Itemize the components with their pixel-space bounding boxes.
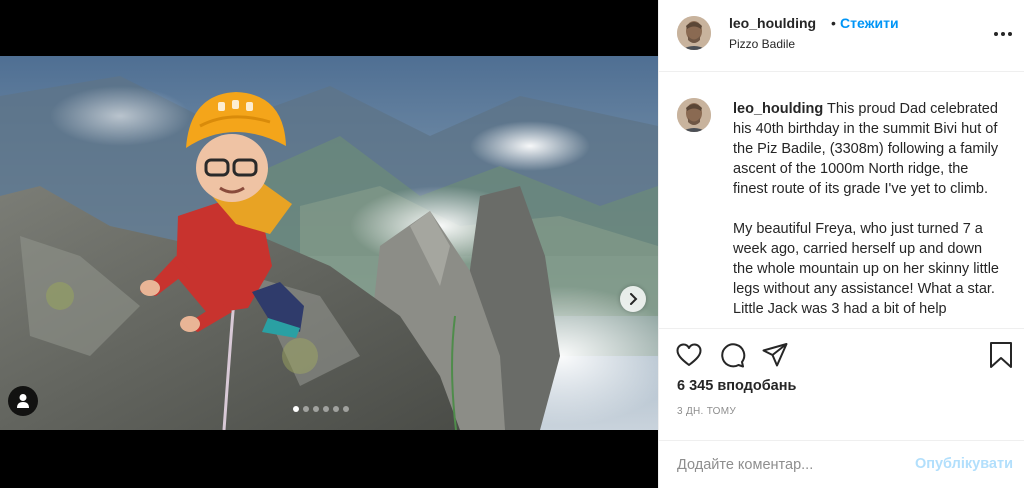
likes-count[interactable]: 6 345 вподобань: [677, 378, 796, 394]
comment-icon-graphic: [721, 343, 746, 368]
carousel-dot: [323, 406, 329, 412]
caption-body: This proud Dad celebrated his 40th birth…: [733, 101, 999, 317]
author-username[interactable]: leo_houlding: [729, 15, 816, 31]
carousel-dot: [343, 406, 349, 412]
carousel-indicator: [293, 406, 349, 412]
climbing-photo-illustration: [0, 56, 658, 430]
avatar-image: [677, 98, 711, 132]
action-bar: [659, 328, 1024, 378]
header-separator: •: [831, 15, 836, 31]
post-header: leo_houlding • Стежити Pizzo Badile: [659, 0, 1024, 72]
carousel-dot: [303, 406, 309, 412]
post-location[interactable]: Pizzo Badile: [729, 37, 795, 51]
heart-icon-graphic: [676, 343, 702, 366]
caption-text: leo_houlding This proud Dad celebrated h…: [733, 99, 1005, 319]
carousel-next-button[interactable]: [620, 286, 646, 312]
heart-icon[interactable]: [675, 341, 703, 369]
post-side-panel: leo_houlding • Стежити Pizzo Badile leo_…: [658, 0, 1024, 488]
publish-comment-button[interactable]: Опублікувати: [915, 456, 1013, 472]
share-icon[interactable]: [761, 341, 789, 369]
post-photo[interactable]: [0, 56, 658, 430]
bookmark-icon[interactable]: [987, 341, 1015, 369]
caption-area[interactable]: leo_houlding This proud Dad celebrated h…: [659, 73, 1024, 327]
instagram-post: leo_houlding • Стежити Pizzo Badile leo_…: [0, 0, 1024, 488]
dot: [1008, 32, 1012, 36]
tagged-users-button[interactable]: [8, 386, 38, 416]
comment-form: Опублікувати: [659, 440, 1024, 488]
dot: [994, 32, 998, 36]
carousel-dot: [293, 406, 299, 412]
share-icon-graphic: [762, 343, 788, 367]
chevron-right-icon: [630, 293, 638, 305]
caption-username[interactable]: leo_houlding: [733, 101, 823, 117]
bookmark-icon-graphic: [990, 342, 1012, 368]
post-timestamp[interactable]: 3 дн. тому: [677, 406, 736, 417]
author-avatar[interactable]: [677, 16, 711, 50]
avatar-image: [677, 16, 711, 50]
post-media: [0, 0, 658, 488]
dot: [1001, 32, 1005, 36]
user-tag-icon: [17, 394, 29, 408]
caption-author-avatar[interactable]: [677, 98, 711, 132]
follow-button[interactable]: Стежити: [840, 15, 899, 31]
comment-icon[interactable]: [718, 341, 746, 369]
carousel-dot: [333, 406, 339, 412]
carousel-dot: [313, 406, 319, 412]
more-options-icon[interactable]: [993, 24, 1013, 44]
comment-input[interactable]: [677, 454, 907, 476]
